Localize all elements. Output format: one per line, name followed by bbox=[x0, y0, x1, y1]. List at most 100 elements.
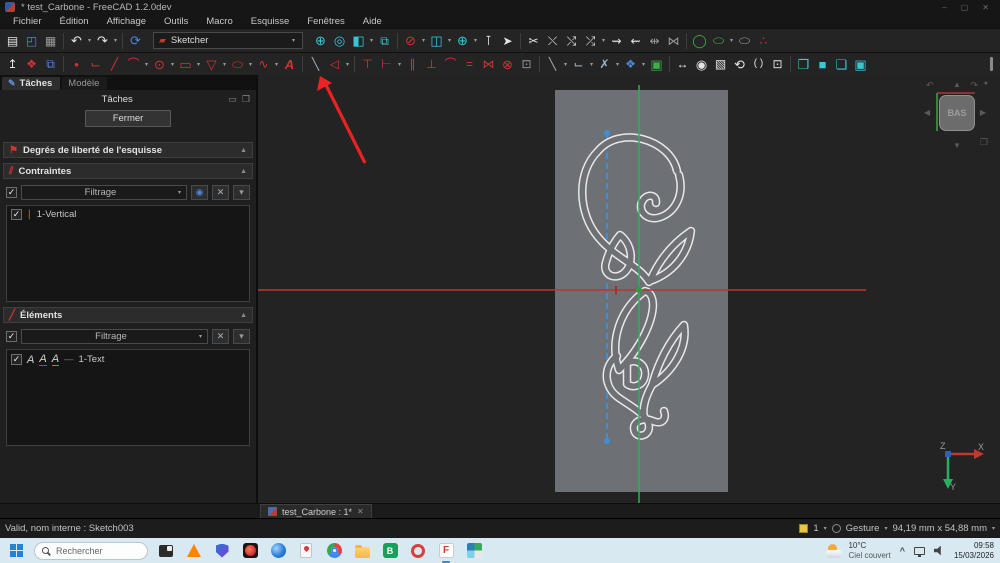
circle-tool-icon[interactable]: ⊙ bbox=[150, 55, 169, 74]
elements-filter-checkbox[interactable]: ✓ bbox=[6, 331, 17, 342]
menu-edition[interactable]: Édition bbox=[51, 16, 98, 27]
clipping-caret-icon[interactable]: ▾ bbox=[420, 37, 427, 44]
nav-style-label[interactable]: Gesture bbox=[846, 523, 880, 534]
refresh-icon[interactable]: ⟳ bbox=[126, 31, 145, 50]
symmetric-constraint-icon[interactable]: ⋈ bbox=[479, 55, 498, 74]
arc-caret-icon[interactable]: ▾ bbox=[143, 61, 150, 68]
clipping-icon[interactable]: ⊘ bbox=[401, 31, 420, 50]
opera-button[interactable] bbox=[408, 540, 428, 561]
ellipse-tool-icon[interactable]: ⬭ bbox=[735, 31, 754, 50]
section-elements[interactable]: ╱ Éléments ▲ bbox=[3, 307, 253, 323]
red-browser-button[interactable] bbox=[240, 540, 260, 561]
section-dof[interactable]: ⚑ Degrés de liberté de l'esquisse ▲ bbox=[3, 142, 253, 158]
elements-list[interactable]: ✓ A A A — 1-Text bbox=[6, 349, 250, 446]
horizontal-distance-icon[interactable]: ⊢ bbox=[377, 55, 396, 74]
element-checkbox[interactable]: ✓ bbox=[11, 354, 22, 365]
elements-settings-caret-icon[interactable]: ▾ bbox=[233, 329, 250, 344]
undo-icon[interactable]: ↶ bbox=[67, 31, 86, 50]
dof-collapse-icon[interactable]: ▲ bbox=[240, 147, 247, 154]
corner-tool-icon[interactable]: ⊡ bbox=[768, 55, 787, 74]
rectangle-tool-icon[interactable]: ▭ bbox=[176, 55, 195, 74]
document-tab-close-icon[interactable]: ✕ bbox=[357, 507, 364, 516]
dimension-caret-icon[interactable]: ▾ bbox=[344, 61, 351, 68]
mirror-geometry-icon[interactable]: ⋈ bbox=[664, 31, 683, 50]
navcube-face[interactable]: BAS bbox=[939, 95, 975, 131]
tangent-constraint-icon[interactable]: ⌒ bbox=[441, 55, 460, 74]
perpendicular-constraint-icon[interactable]: ⊥ bbox=[422, 55, 441, 74]
menu-fichier[interactable]: Fichier bbox=[4, 16, 51, 27]
speaker-icon[interactable] bbox=[934, 546, 945, 556]
chrome-button[interactable] bbox=[324, 540, 344, 561]
elements-collapse-icon[interactable]: ▲ bbox=[240, 312, 247, 319]
menu-macro[interactable]: Macro bbox=[197, 16, 241, 27]
navigation-cube[interactable]: ↶ ▲ ↷ ● ◀ BAS ▶ ▼ ❒ bbox=[924, 80, 990, 150]
menu-esquisse[interactable]: Esquisse bbox=[242, 16, 299, 27]
select-constraints-icon[interactable]: ⊡ bbox=[517, 55, 536, 74]
menu-aide[interactable]: Aide bbox=[354, 16, 391, 27]
zoom-tools-icon[interactable]: ⊕ bbox=[453, 31, 472, 50]
nav-right-icon[interactable]: ▶ bbox=[980, 108, 986, 117]
cube-view-icon[interactable]: ◫ bbox=[427, 31, 446, 50]
menu-affichage[interactable]: Affichage bbox=[98, 16, 155, 27]
radius-dimension-icon[interactable]: ◉ bbox=[692, 55, 711, 74]
measure-icon[interactable]: ⊺ bbox=[479, 31, 498, 50]
vertical-distance-icon[interactable]: ⊤ bbox=[358, 55, 377, 74]
float-panel-icon[interactable]: ▭ bbox=[228, 94, 237, 105]
render-order-icon[interactable]: ❖ bbox=[621, 55, 640, 74]
layer-color-icon[interactable] bbox=[799, 524, 808, 533]
polyline-tool-icon[interactable]: ⌙ bbox=[86, 55, 105, 74]
menu-outils[interactable]: Outils bbox=[155, 16, 197, 27]
text-tool-icon[interactable]: A bbox=[280, 55, 299, 74]
constraints-settings-caret-icon[interactable]: ▾ bbox=[233, 185, 250, 200]
construction-mode-icon[interactable]: ╲ bbox=[306, 55, 325, 74]
leave-sketch-icon[interactable]: ↥ bbox=[3, 55, 22, 74]
constraints-filter-checkbox[interactable]: ✓ bbox=[6, 187, 17, 198]
slicer-button[interactable] bbox=[464, 540, 484, 561]
rotate-left-icon[interactable]: ↶ bbox=[926, 80, 934, 91]
split-edge-icon[interactable]: ⤭ bbox=[562, 31, 581, 50]
zoom-selection-icon[interactable]: ◎ bbox=[330, 31, 349, 50]
polygon-caret-icon[interactable]: ▾ bbox=[221, 61, 228, 68]
cast-screen-icon[interactable] bbox=[914, 547, 925, 555]
nav-sync-dot-icon[interactable]: ● bbox=[984, 80, 988, 87]
parallel-constraint-icon[interactable]: ∥ bbox=[403, 55, 422, 74]
equal-constraint-icon[interactable]: = bbox=[460, 55, 479, 74]
tray-chevron-icon[interactable]: ^ bbox=[900, 546, 905, 556]
constraint-row-vertical[interactable]: ✓ ∣ 1-Vertical bbox=[9, 208, 247, 221]
taskbar-search[interactable] bbox=[34, 542, 148, 560]
distance-caret-icon[interactable]: ▾ bbox=[396, 61, 403, 68]
block-constraint-icon[interactable]: ⊗ bbox=[498, 55, 517, 74]
slot-caret-icon[interactable]: ▾ bbox=[247, 61, 254, 68]
render-order-caret-icon[interactable]: ▾ bbox=[640, 61, 647, 68]
trim-edge-icon[interactable]: ✂ bbox=[524, 31, 543, 50]
constraints-settings-icon[interactable]: ✕ bbox=[212, 185, 229, 200]
constraint-checkbox[interactable]: ✓ bbox=[11, 209, 22, 220]
start-button[interactable] bbox=[6, 540, 26, 561]
maximize-button[interactable]: ▢ bbox=[961, 3, 969, 12]
minimize-button[interactable]: – bbox=[942, 3, 946, 12]
zoom-fit-all-icon[interactable]: ⊕ bbox=[311, 31, 330, 50]
tab-taches[interactable]: ✎ Tâches bbox=[2, 77, 60, 90]
grid-toggle-icon[interactable]: ▣ bbox=[647, 55, 666, 74]
whats-this-icon[interactable]: ➤ bbox=[498, 31, 517, 50]
parentheses-tool-icon[interactable]: ( ) bbox=[749, 55, 768, 74]
point-style-caret-icon[interactable]: ▾ bbox=[588, 61, 595, 68]
task-view-button[interactable] bbox=[156, 540, 176, 561]
zoom-tools-caret-icon[interactable]: ▾ bbox=[472, 37, 479, 44]
arc-tool-icon[interactable]: ⌒ bbox=[124, 55, 143, 74]
defender-button[interactable] bbox=[212, 540, 232, 561]
circle-validate-icon[interactable]: ◯ bbox=[690, 31, 709, 50]
undo-caret-icon[interactable]: ▾ bbox=[86, 37, 93, 44]
weather-widget[interactable]: 10°C Ciel couvert bbox=[826, 541, 890, 560]
exchange-geometry-icon[interactable]: ⇹ bbox=[645, 31, 664, 50]
constraints-filter-combo[interactable]: Filtrage ▾ bbox=[21, 185, 187, 200]
blue-browser-button[interactable] bbox=[268, 540, 288, 561]
view-section-icon[interactable]: ⧉ bbox=[41, 55, 60, 74]
bspline-tool-icon[interactable]: ∿ bbox=[254, 55, 273, 74]
show-constraints-eye-icon[interactable]: ◉ bbox=[191, 185, 208, 200]
save-icon[interactable]: ▦ bbox=[41, 31, 60, 50]
isometric-view-icon[interactable]: ◧ bbox=[349, 31, 368, 50]
file-explorer-button[interactable] bbox=[352, 540, 372, 561]
line-style-icon[interactable]: ╲ bbox=[543, 55, 562, 74]
nav-left-icon[interactable]: ◀ bbox=[924, 108, 930, 117]
